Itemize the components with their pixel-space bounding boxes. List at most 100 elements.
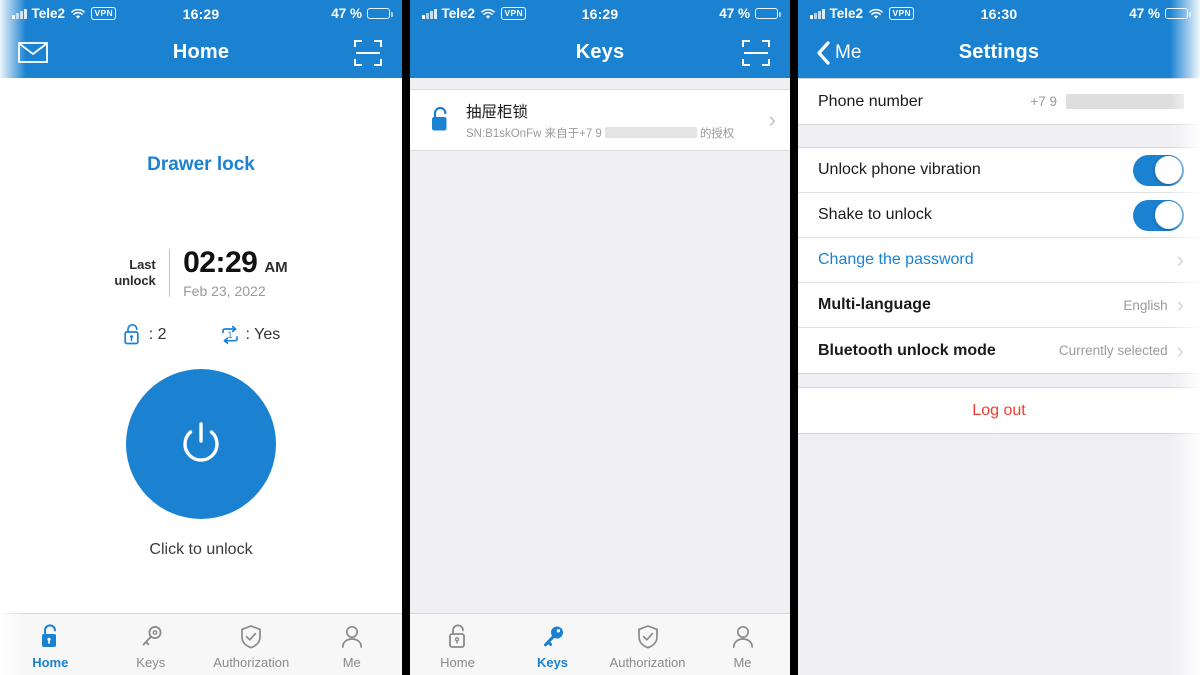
row-shake-to-unlock[interactable]: Shake to unlock <box>798 193 1200 238</box>
redacted-phone-bar <box>604 127 697 138</box>
tab-label-keys: Keys <box>136 655 166 670</box>
row-label: Unlock phone vibration <box>818 161 981 178</box>
repeat-value: : Yes <box>245 326 281 343</box>
phone-screen-home: Tele2 VPN 16:29 47 % Home Drawer lock La… <box>0 0 402 675</box>
key-subtitle: SN:B1skOnFw 来自于+7 9 的授权 <box>466 125 769 141</box>
keys-list: 抽屉柜锁 SN:B1skOnFw 来自于+7 9 的授权 › <box>410 78 790 613</box>
tab-home[interactable]: Home <box>0 614 101 675</box>
mail-icon <box>18 42 48 63</box>
unlock-count-value: : 2 <box>148 326 167 343</box>
chevron-right-icon: › <box>1176 292 1184 317</box>
status-bar-right: 47 % <box>719 6 781 21</box>
bluetooth-unlock-mode-value: Currently selected <box>1058 343 1168 358</box>
person-icon <box>339 623 365 651</box>
tab-me[interactable]: Me <box>695 614 790 675</box>
unlock-count-stat: : 2 <box>122 323 167 347</box>
row-control-wrap <box>1133 199 1184 231</box>
tab-home[interactable]: Home <box>410 614 505 675</box>
status-bar-settings: Tele2 VPN 16:30 47 % <box>798 0 1200 27</box>
tab-bar-keys: Home Keys Authorization Me <box>410 613 790 675</box>
chevron-right-icon: › <box>768 107 776 132</box>
home-content: Drawer lock Last unlock 02:29 AM Feb 23,… <box>0 78 402 613</box>
lock-open-filled-icon <box>37 623 63 651</box>
three-phone-screenshots: Tele2 VPN 16:29 47 % Home Drawer lock La… <box>0 0 1200 675</box>
phone-number-value: +7 9 <box>1030 94 1057 109</box>
last-unlock-label-line1: Last <box>129 256 156 272</box>
repeat-one-icon: 1 <box>221 325 238 344</box>
key-subtitle-prefix: SN:B1skOnFw 来自于+7 9 <box>466 127 602 140</box>
toggle-unlock-phone-vibration[interactable] <box>1133 154 1184 186</box>
phone-screen-keys: Tele2 VPN 16:29 47 % Keys 抽屉柜锁 SN:B1skOn… <box>410 0 790 675</box>
key-outline-icon <box>137 623 165 651</box>
unlock-caption: Click to unlock <box>149 541 253 558</box>
key-title: 抽屉柜锁 <box>466 103 529 121</box>
vertical-divider <box>168 248 171 297</box>
nav-bar-home: Home <box>0 27 402 78</box>
row-value-wrap: +7 9 <box>1030 94 1184 109</box>
tab-bar-home: Home Keys Authorization Me <box>0 613 402 675</box>
repeat-stat: 1 : Yes <box>219 324 281 346</box>
multi-language-value: English <box>1123 297 1168 313</box>
battery-percent-label: 47 % <box>1129 6 1160 21</box>
row-multi-language[interactable]: Multi-language English › <box>798 283 1200 328</box>
unlock-button[interactable] <box>126 369 276 519</box>
scan-button-keys[interactable] <box>740 37 772 69</box>
settings-group-logout: Log out <box>798 387 1200 434</box>
row-label: Shake to unlock <box>818 206 932 223</box>
nav-bar-settings: Me Settings <box>798 27 1200 78</box>
last-unlock-date: Feb 23, 2022 <box>183 283 266 299</box>
list-item[interactable]: 抽屉柜锁 SN:B1skOnFw 来自于+7 9 的授权 › <box>410 89 790 151</box>
row-label: Phone number <box>818 92 923 110</box>
row-bluetooth-unlock-mode[interactable]: Bluetooth unlock mode Currently selected… <box>798 328 1200 373</box>
battery-percent-label: 47 % <box>331 6 362 21</box>
tab-authorization[interactable]: Authorization <box>201 614 302 675</box>
tab-label-me: Me <box>733 655 752 670</box>
tab-label-home: Home <box>32 655 69 670</box>
row-label: Multi-language <box>818 296 931 313</box>
toggle-shake-to-unlock[interactable] <box>1133 199 1184 231</box>
status-bar-right: 47 % <box>331 6 393 21</box>
settings-group-account: Phone number +7 9 <box>798 78 1200 125</box>
scan-button-home[interactable] <box>352 37 384 69</box>
row-unlock-phone-vibration[interactable]: Unlock phone vibration <box>798 148 1200 193</box>
last-unlock-values: 02:29 AM Feb 23, 2022 <box>183 246 288 299</box>
page-title: Home <box>172 41 230 63</box>
row-control-wrap: English › <box>1123 294 1184 316</box>
status-bar-keys: Tele2 VPN 16:29 47 % <box>410 0 790 27</box>
tab-label-keys: Keys <box>536 655 569 670</box>
row-phone-number[interactable]: Phone number +7 9 <box>798 79 1200 124</box>
logout-label: Log out <box>972 401 1026 419</box>
tab-authorization[interactable]: Authorization <box>600 614 695 675</box>
tab-label-authorization: Authorization <box>609 655 686 670</box>
tab-label-me: Me <box>342 655 361 670</box>
row-change-password[interactable]: Change the password › <box>798 238 1200 283</box>
status-bar-right: 47 % <box>1129 6 1191 21</box>
row-control-wrap <box>1133 154 1184 186</box>
tab-label-home: Home <box>440 655 475 670</box>
nav-bar-keys: Keys <box>410 27 790 78</box>
shield-check-icon <box>238 623 264 651</box>
battery-icon <box>367 7 393 20</box>
scan-icon <box>742 39 770 66</box>
lock-open-outline-icon <box>445 623 471 651</box>
panel-divider-1 <box>402 0 410 675</box>
lock-stats: : 2 1 : Yes <box>122 323 281 347</box>
back-button[interactable]: Me <box>816 40 861 66</box>
tab-me[interactable]: Me <box>302 614 403 675</box>
tab-keys[interactable]: Keys <box>505 614 600 675</box>
logout-button[interactable]: Log out <box>798 388 1200 433</box>
row-label: Bluetooth unlock mode <box>818 341 996 359</box>
settings-empty-area <box>798 434 1200 675</box>
last-unlock-time: 02:29 <box>183 246 258 279</box>
chevron-right-icon: › <box>1176 337 1184 363</box>
person-icon <box>730 623 756 651</box>
last-unlock-label: Last unlock <box>114 257 155 289</box>
row-control-wrap: › <box>1177 249 1184 271</box>
mail-button[interactable] <box>18 41 48 64</box>
lock-name-label: Drawer lock <box>147 154 255 175</box>
svg-text:1: 1 <box>227 330 232 340</box>
tab-keys[interactable]: Keys <box>101 614 202 675</box>
battery-icon <box>755 7 781 20</box>
